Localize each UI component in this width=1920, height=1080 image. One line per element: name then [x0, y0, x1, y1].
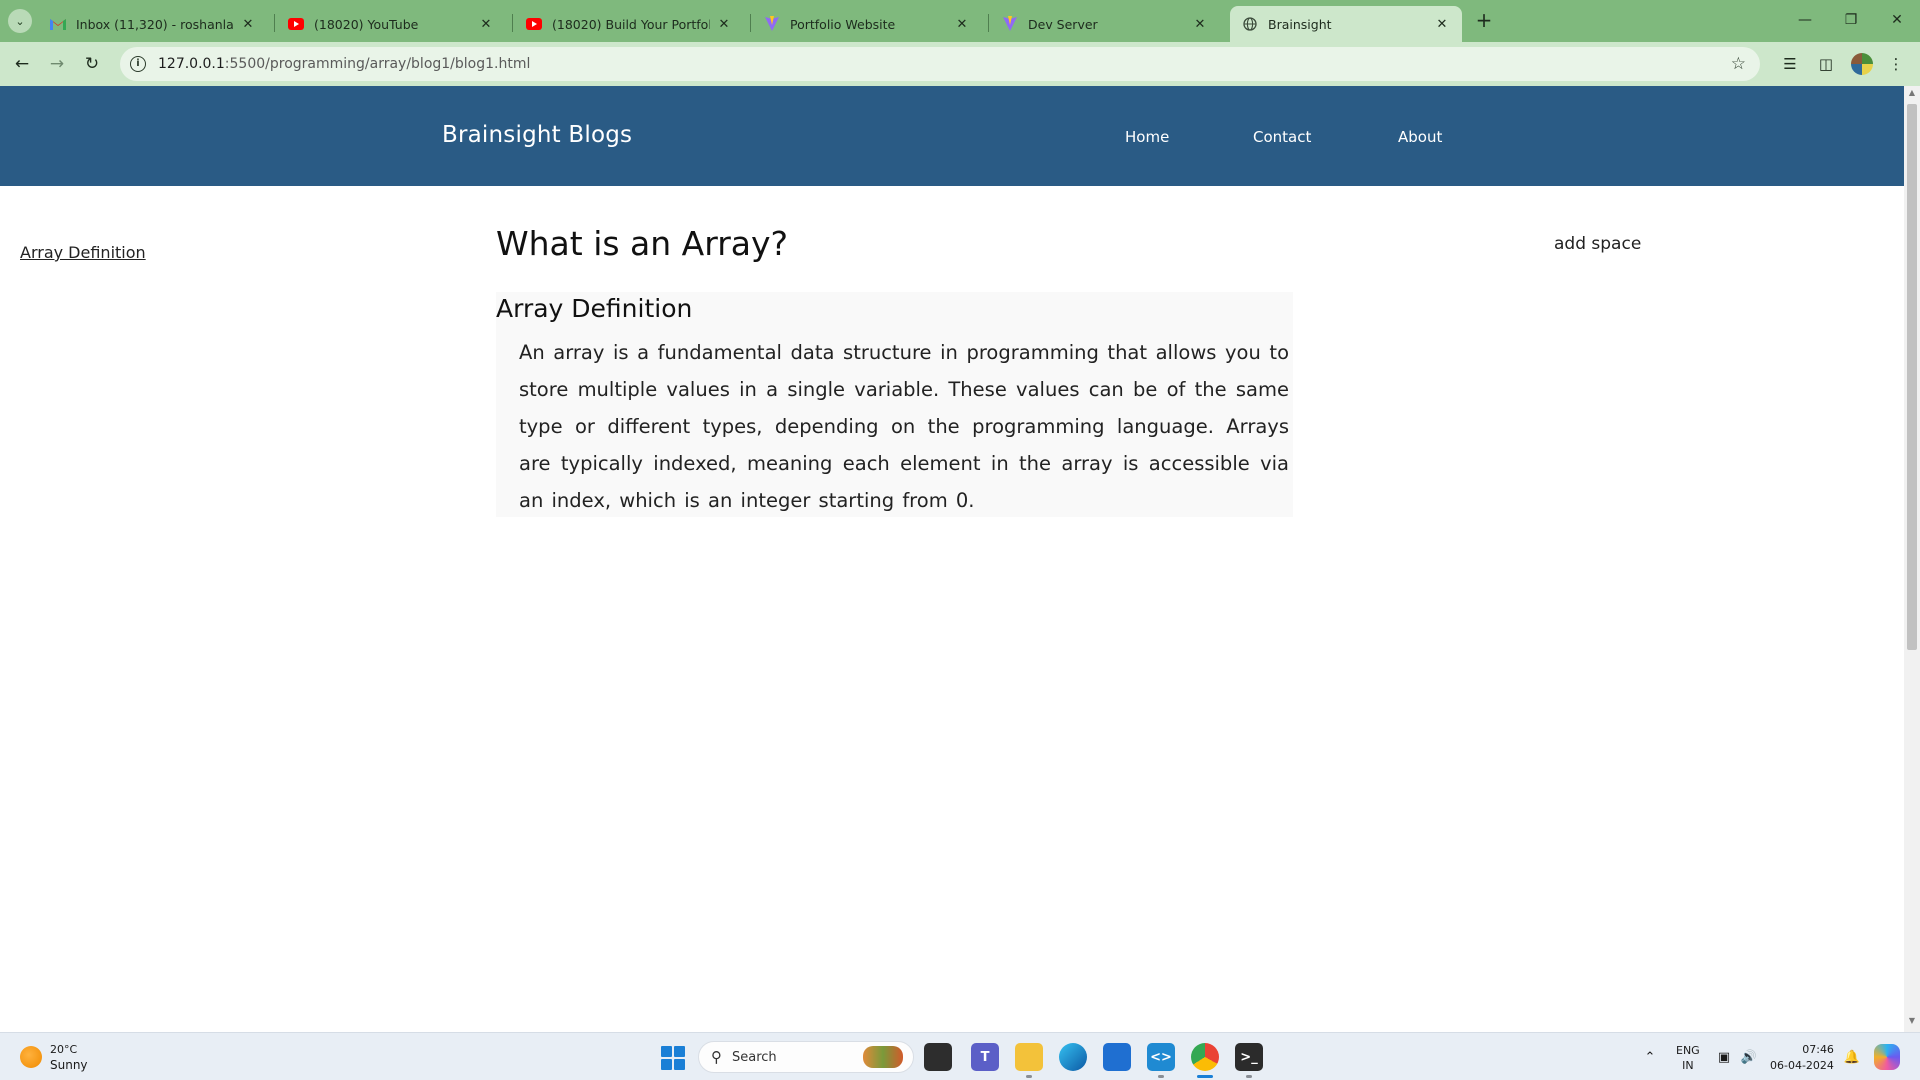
- tab-dev-server[interactable]: Dev Server ✕: [990, 6, 1220, 42]
- store-icon[interactable]: [1103, 1043, 1131, 1071]
- tab-title: Inbox (11,320) - roshanlal0156: [76, 16, 234, 32]
- vite-icon: [764, 16, 780, 32]
- language-indicator[interactable]: ENG IN: [1676, 1043, 1700, 1073]
- globe-icon: [1242, 16, 1258, 32]
- volume-icon[interactable]: 🔊: [1737, 1033, 1761, 1080]
- task-view-icon[interactable]: [924, 1043, 952, 1071]
- address-bar[interactable]: i 127.0.0.1:5500/programming/array/blog1…: [120, 47, 1760, 81]
- web-page: Brainsight Blogs Home Contact About Arra…: [0, 86, 1904, 1032]
- nav-contact[interactable]: Contact: [1253, 128, 1311, 146]
- section-heading: Array Definition: [496, 294, 693, 323]
- close-tab-icon[interactable]: ✕: [716, 17, 732, 32]
- url-path: :5500/programming/array/blog1/blog1.html: [224, 56, 531, 72]
- tab-title: Brainsight: [1268, 16, 1332, 32]
- youtube-icon: [288, 16, 304, 32]
- site-brand[interactable]: Brainsight Blogs: [442, 122, 632, 148]
- chrome-icon[interactable]: [1191, 1043, 1219, 1071]
- close-tab-icon[interactable]: ✕: [478, 17, 494, 32]
- edge-icon[interactable]: [1059, 1043, 1087, 1071]
- close-tab-icon[interactable]: ✕: [954, 17, 970, 32]
- app-running-indicator: [1026, 1075, 1032, 1078]
- teams-icon[interactable]: T: [971, 1043, 999, 1071]
- file-explorer-icon[interactable]: [1015, 1043, 1043, 1071]
- tab-divider: [988, 14, 989, 32]
- vite-icon: [1002, 16, 1018, 32]
- windows-start-icon[interactable]: [661, 1046, 685, 1070]
- close-window-icon[interactable]: ✕: [1874, 0, 1920, 40]
- close-tab-icon[interactable]: ✕: [240, 17, 256, 32]
- definition-section: Array Definition An array is a fundament…: [496, 292, 1293, 517]
- app-active-indicator: [1197, 1075, 1213, 1078]
- app-running-indicator: [1246, 1075, 1252, 1078]
- tab-gmail[interactable]: Inbox (11,320) - roshanlal0156 ✕: [38, 6, 268, 42]
- taskbar-search[interactable]: ⚲ Search: [698, 1041, 914, 1073]
- restore-icon[interactable]: ❐: [1828, 0, 1874, 40]
- search-highlight-image: [863, 1046, 903, 1068]
- sun-icon[interactable]: [20, 1046, 42, 1068]
- ad-placeholder: add space: [1554, 234, 1642, 254]
- site-header: Brainsight Blogs Home Contact About: [0, 86, 1904, 186]
- search-icon: ⚲: [711, 1048, 722, 1066]
- tab-divider: [512, 14, 513, 32]
- taskbar: 20°C Sunny ⚲ Search T <> >_ ⌃ ENG IN ▣ 🔊 …: [0, 1032, 1920, 1080]
- profile-avatar[interactable]: [1850, 52, 1874, 76]
- browser-toolbar: ← → ↻ i 127.0.0.1:5500/programming/array…: [0, 42, 1920, 86]
- avatar: [1851, 53, 1873, 75]
- browser-tab-strip: ⌄ Inbox (11,320) - roshanlal0156 ✕ (1802…: [0, 0, 1920, 42]
- clock[interactable]: 07:46 06-04-2024: [1770, 1042, 1834, 1074]
- tab-title: Portfolio Website: [790, 16, 896, 32]
- url-text[interactable]: 127.0.0.1:5500/programming/array/blog1/b…: [158, 56, 530, 72]
- weather-temperature[interactable]: 20°C: [50, 1043, 77, 1056]
- tab-title: (18020) Build Your Portfolio We: [552, 16, 710, 32]
- new-tab-icon[interactable]: +: [1472, 9, 1496, 33]
- back-icon[interactable]: ←: [10, 52, 34, 76]
- language-code: ENG: [1676, 1044, 1700, 1057]
- tab-title: (18020) YouTube: [314, 16, 419, 32]
- section-paragraph: An array is a fundamental data structure…: [519, 341, 1289, 512]
- clock-time: 07:46: [1802, 1043, 1834, 1056]
- minimize-icon[interactable]: —: [1782, 0, 1828, 40]
- tab-youtube-portfolio[interactable]: (18020) Build Your Portfolio We ✕: [514, 6, 744, 42]
- sidebar-link-array-definition[interactable]: Array Definition: [20, 243, 146, 262]
- reload-icon[interactable]: ↻: [80, 52, 104, 76]
- url-host: 127.0.0.1: [158, 56, 225, 72]
- scrollbar-thumb[interactable]: [1907, 104, 1917, 650]
- scroll-down-icon[interactable]: ▼: [1904, 1016, 1920, 1030]
- show-hidden-icons-icon[interactable]: ⌃: [1638, 1033, 1662, 1080]
- search-label: Search: [732, 1049, 777, 1065]
- scroll-up-icon[interactable]: ▲: [1904, 88, 1920, 102]
- terminal-icon[interactable]: >_: [1235, 1043, 1263, 1071]
- youtube-icon: [526, 16, 542, 32]
- article-title: What is an Array?: [496, 224, 789, 263]
- close-tab-icon[interactable]: ✕: [1434, 17, 1450, 32]
- tab-divider: [274, 14, 275, 32]
- tab-search-icon[interactable]: ⌄: [8, 9, 32, 33]
- region-code: IN: [1682, 1059, 1694, 1072]
- forward-icon[interactable]: →: [45, 52, 69, 76]
- site-info-icon[interactable]: i: [130, 56, 146, 72]
- tab-divider: [750, 14, 751, 32]
- media-control-icon[interactable]: ☰: [1778, 52, 1802, 76]
- tab-title: Dev Server: [1028, 16, 1098, 32]
- side-panel-icon[interactable]: ◫: [1814, 52, 1838, 76]
- nav-home[interactable]: Home: [1125, 128, 1169, 146]
- tab-brainsight[interactable]: Brainsight ✕: [1230, 6, 1462, 42]
- app-running-indicator: [1158, 1075, 1164, 1078]
- vscode-icon[interactable]: <>: [1147, 1043, 1175, 1071]
- tab-portfolio-website[interactable]: Portfolio Website ✕: [752, 6, 982, 42]
- weather-condition[interactable]: Sunny: [50, 1058, 88, 1072]
- gmail-icon: [50, 16, 66, 32]
- page-scrollbar[interactable]: ▲ ▼: [1904, 86, 1920, 1032]
- bookmark-star-icon[interactable]: ☆: [1731, 54, 1746, 74]
- close-tab-icon[interactable]: ✕: [1192, 17, 1208, 32]
- network-icon[interactable]: ▣: [1712, 1033, 1736, 1080]
- nav-about[interactable]: About: [1398, 128, 1442, 146]
- tab-youtube[interactable]: (18020) YouTube ✕: [276, 6, 506, 42]
- notification-bell-icon[interactable]: 🔔: [1840, 1033, 1864, 1080]
- copilot-icon[interactable]: [1874, 1044, 1900, 1070]
- clock-date: 06-04-2024: [1770, 1059, 1834, 1072]
- menu-kebab-icon[interactable]: ⋮: [1884, 52, 1908, 76]
